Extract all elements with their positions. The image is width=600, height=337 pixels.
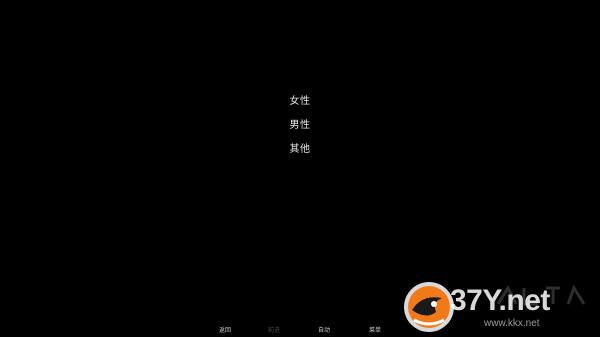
choice-male[interactable]: 男性 xyxy=(290,118,311,134)
watermark-url: www.kkx.net xyxy=(484,318,540,329)
watermark-logo-icon xyxy=(404,282,454,332)
watermark: 37Y.net www.kkx.net xyxy=(398,278,596,336)
choice-menu: 女性 男性 其他 xyxy=(0,94,600,166)
watermark-brand: 37Y.net xyxy=(450,284,550,317)
choice-other[interactable]: 其他 xyxy=(290,142,311,158)
auto-button[interactable]: 自动 xyxy=(318,326,330,336)
menu-button[interactable]: 菜单 xyxy=(369,326,381,336)
game-screen: 女性 男性 其他 返回 前进 自动 菜单 37Y.net www.kkx.net xyxy=(0,0,600,337)
forward-button[interactable]: 前进 xyxy=(268,326,280,336)
back-button[interactable]: 返回 xyxy=(219,326,231,336)
choice-female[interactable]: 女性 xyxy=(290,94,311,110)
